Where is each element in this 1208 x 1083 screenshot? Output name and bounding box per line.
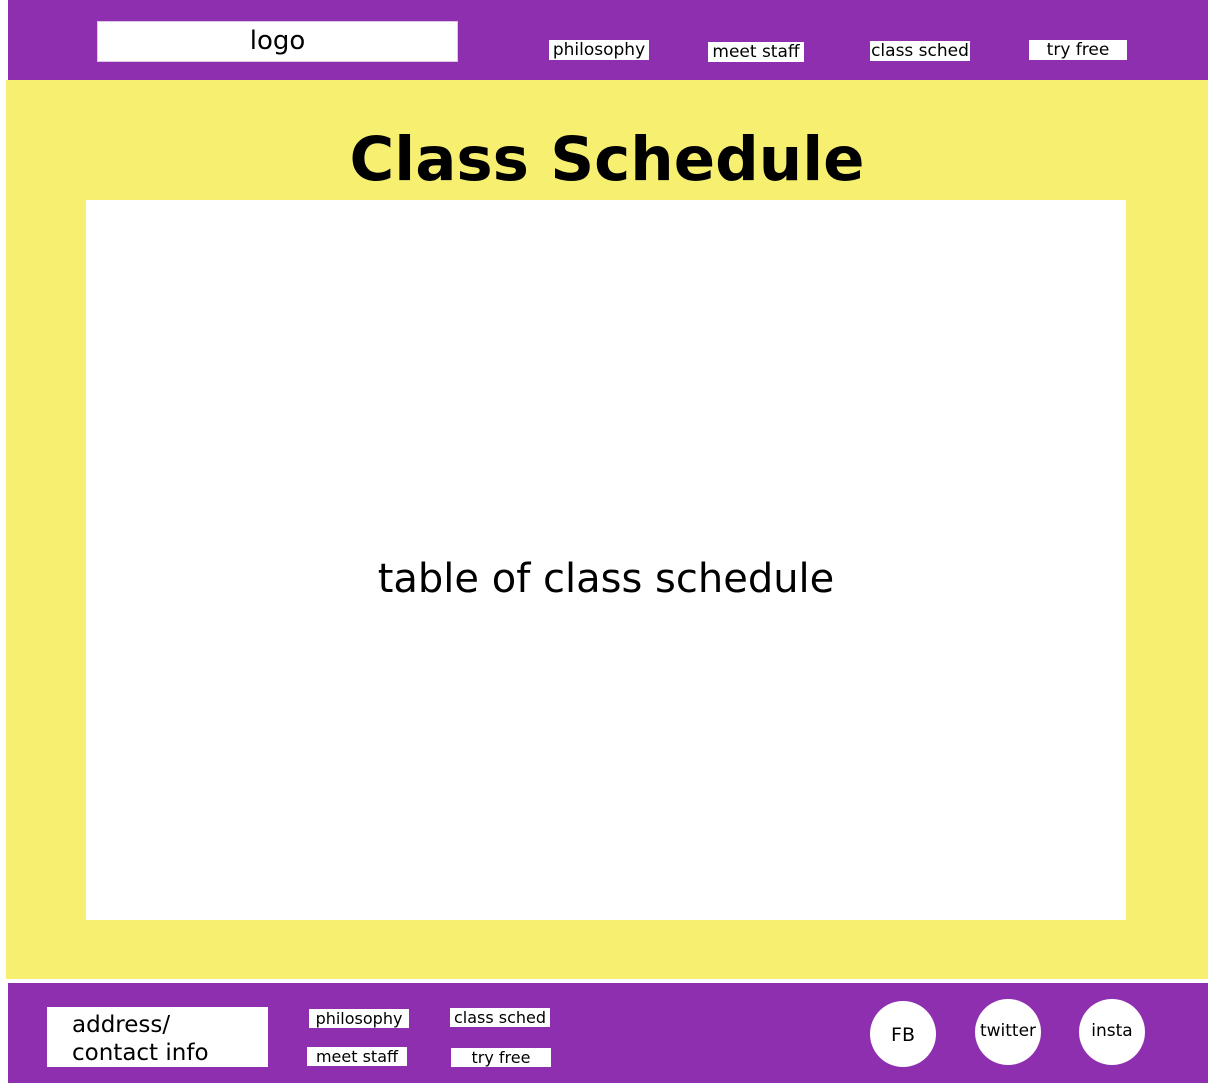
footer-meet-staff-link[interactable]: meet staff xyxy=(307,1047,407,1066)
footer-philosophy-link[interactable]: philosophy xyxy=(309,1009,409,1028)
footer-class-sched-link[interactable]: class sched xyxy=(450,1008,550,1027)
logo[interactable]: logo xyxy=(97,21,458,62)
nav-meet-staff-link[interactable]: meet staff xyxy=(708,42,804,62)
schedule-table-placeholder: table of class schedule xyxy=(377,556,835,602)
facebook-icon[interactable]: FB xyxy=(870,1001,936,1067)
contact-info: address/ contact info xyxy=(47,1007,268,1067)
contact-line-info: contact info xyxy=(72,1040,209,1066)
main-content: Class Schedule table of class schedule xyxy=(6,80,1208,979)
page-title: Class Schedule xyxy=(349,124,865,195)
schedule-table-panel: table of class schedule xyxy=(86,200,1126,920)
page: logo philosophy meet staff class sched t… xyxy=(0,0,1208,1083)
nav-try-free-link[interactable]: try free xyxy=(1029,40,1127,60)
nav-philosophy-link[interactable]: philosophy xyxy=(549,40,649,60)
footer-try-free-link[interactable]: try free xyxy=(451,1048,551,1067)
contact-line-address: address/ xyxy=(72,1012,171,1038)
nav-class-sched-link[interactable]: class sched xyxy=(870,41,970,61)
instagram-icon[interactable]: insta xyxy=(1079,999,1145,1065)
twitter-icon[interactable]: twitter xyxy=(975,999,1041,1065)
